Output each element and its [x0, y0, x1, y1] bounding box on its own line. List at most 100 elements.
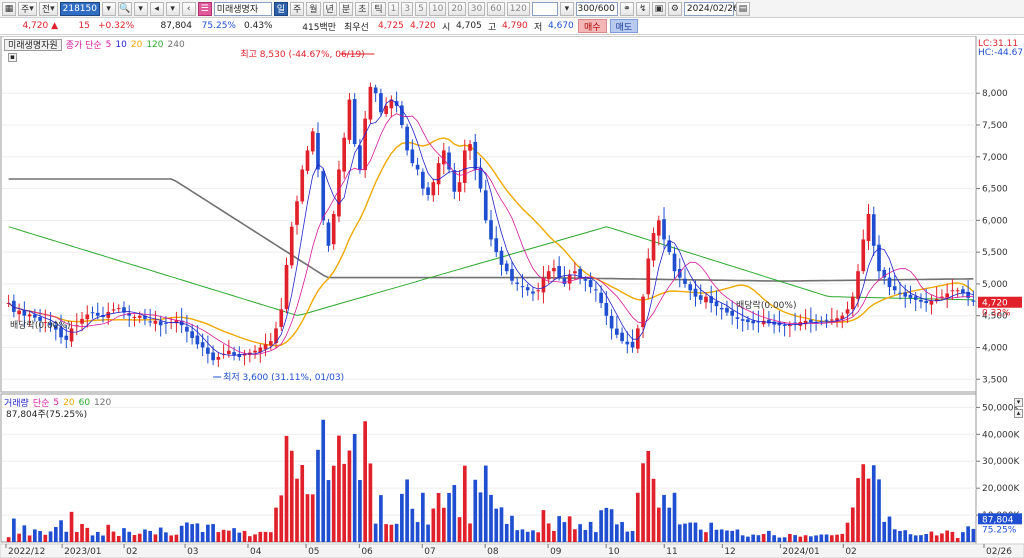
volume-legend-period-120: 120: [94, 397, 112, 408]
price-legend: 미래생명자원 종가 단순 5 10 20 120 240: [4, 38, 185, 51]
candle-body: [148, 321, 153, 323]
volume-bar: [441, 507, 446, 542]
volume-bar: [185, 522, 189, 542]
volume-bar: [966, 526, 970, 542]
custom-interval-input[interactable]: [531, 1, 558, 16]
buy-button[interactable]: 매수: [578, 19, 607, 33]
price-legend-indicator: 종가 단순: [65, 41, 102, 51]
volume-bar: [169, 535, 173, 542]
panel-close-icon[interactable]: ▴: [1014, 409, 1023, 418]
sell-button[interactable]: 매도: [609, 19, 639, 33]
calendar-icon[interactable]: ▤: [735, 1, 750, 16]
interval-1-button[interactable]: 1: [387, 1, 400, 16]
candle-body: [489, 220, 493, 240]
volume-bar: [80, 523, 84, 542]
price-volume-chart: 3,5004,0004,5005,0005,5006,0006,5007,000…: [0, 36, 1024, 558]
candle-body: [379, 93, 383, 113]
volume-bar: [316, 449, 320, 542]
type-select[interactable]: 전 ▾: [38, 1, 58, 16]
period-day-button[interactable]: 일: [273, 1, 288, 16]
period-minute-button[interactable]: 분: [338, 1, 354, 16]
volume-bar: [761, 534, 766, 542]
volume-bar: [321, 419, 326, 542]
candle-body: [305, 150, 310, 171]
chart-area[interactable]: 3,500 4,000 4,500 5,000 5,500 6,000 6,500 7,000…: [0, 36, 1024, 558]
x-tick-label: 03: [187, 547, 198, 557]
volume-bar: [179, 525, 184, 542]
link-icon[interactable]: ⚭: [619, 1, 634, 16]
candle-body: [22, 310, 27, 316]
period-tick-button[interactable]: 틱: [371, 1, 386, 16]
panel-expand-icon[interactable]: ▾: [1014, 398, 1023, 407]
candle-body: [462, 150, 467, 183]
volume-bar: [767, 530, 771, 542]
interval-3-button[interactable]: 3: [401, 1, 414, 16]
volume-bar: [751, 534, 755, 542]
search-icon[interactable]: 🔍: [117, 1, 132, 16]
volume-bar: [604, 507, 609, 542]
interval-120-button[interactable]: 120: [506, 1, 530, 16]
interval-10-button[interactable]: 10: [428, 1, 447, 16]
interval-30-button[interactable]: 30: [467, 1, 486, 16]
candle-body: [588, 280, 593, 288]
candle-body: [263, 344, 268, 350]
volume-bar: [174, 534, 179, 542]
interval-20-button[interactable]: 20: [448, 1, 466, 16]
volume-bar: [840, 533, 845, 542]
dropdown-icon[interactable]: ▾: [559, 1, 574, 16]
volume-legend-period-60: 60: [78, 397, 91, 408]
last-price-label: 4,720: [982, 299, 1008, 309]
speaker-icon[interactable]: ◂: [149, 1, 164, 16]
sort-icon[interactable]: ▾: [133, 1, 148, 16]
caret-icon[interactable]: ▾: [165, 1, 180, 16]
volume-bar: [887, 516, 892, 542]
volume-bar: [347, 450, 352, 542]
chart-type-icon[interactable]: ↯: [635, 1, 650, 16]
count-input[interactable]: 300/600: [575, 1, 618, 16]
period-week-button[interactable]: 주: [289, 1, 305, 16]
x-tick-label: 10: [608, 547, 620, 557]
legend-period-120: 120: [146, 39, 164, 50]
gear-icon[interactable]: ⚙: [667, 1, 682, 16]
period-year-button[interactable]: 년: [322, 1, 337, 16]
volume-bar: [583, 529, 588, 542]
volume-bar: [85, 527, 90, 542]
candle-body: [153, 320, 158, 324]
market-select[interactable]: 주 ▾: [18, 1, 37, 16]
quote-bar: 4,720 ▲ 15 +0.32% 87,804 75.25% 0.43% 41…: [0, 18, 1024, 35]
chart-option-icon[interactable]: ▪: [8, 53, 17, 62]
candle-body: [850, 296, 855, 310]
volume-bar: [903, 530, 908, 542]
candle-body: [861, 239, 866, 272]
volume-bar: [211, 524, 215, 542]
save-icon[interactable]: ▣: [651, 1, 666, 16]
volume-bar: [667, 507, 672, 542]
candle-body: [279, 309, 284, 327]
candle-body: [436, 163, 441, 185]
prev-icon[interactable]: ‹: [181, 1, 196, 16]
candle-body: [415, 164, 420, 170]
candle-body: [80, 318, 84, 324]
dropdown-icon[interactable]: ▾: [101, 1, 116, 16]
interval-60-button[interactable]: 60: [487, 1, 505, 16]
period-second-button[interactable]: 초: [355, 1, 370, 16]
stock-code-input[interactable]: 218150: [59, 1, 100, 16]
period-month-button[interactable]: 월: [306, 1, 321, 16]
volume-bar: [594, 532, 598, 542]
candle-body: [924, 301, 929, 303]
favorite-icon[interactable]: ☰: [197, 1, 212, 16]
volume-bar: [609, 509, 614, 542]
volume-bar: [122, 528, 126, 542]
volume-bar: [625, 531, 630, 542]
volume-bar: [588, 521, 593, 542]
x-tick-label: 2022/12: [8, 547, 45, 557]
volume-bar: [756, 535, 761, 542]
dividend-annotation: 배당락(0.00%): [10, 319, 70, 331]
volume-bar: [483, 465, 488, 542]
menu-icon[interactable]: ▦: [2, 1, 16, 16]
date-input[interactable]: 2024/02/26: [683, 1, 739, 16]
volume-bar: [829, 535, 834, 542]
interval-5-button[interactable]: 5: [415, 1, 427, 16]
volume-bar: [709, 522, 714, 542]
candle-body: [64, 335, 69, 340]
